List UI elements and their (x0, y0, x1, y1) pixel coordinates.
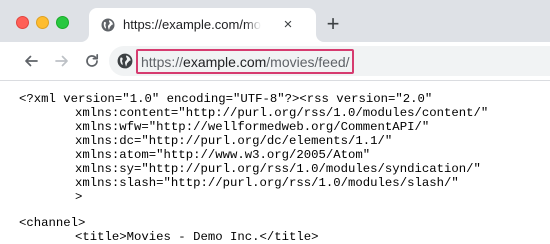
arrow-right-icon (55, 55, 68, 67)
back-button[interactable] (20, 50, 42, 72)
tab-strip: https://example.com/movies/feed/ × + (0, 0, 550, 42)
code-line: xmlns:sy="http://purl.org/rss/1.0/module… (75, 162, 481, 176)
browser-tab[interactable]: https://example.com/movies/feed/ × (89, 8, 316, 42)
url-domain: example.com (183, 54, 267, 70)
maximize-window-button[interactable] (56, 16, 69, 29)
feed-source-view: <?xml version="1.0" encoding="UTF-8"?><r… (0, 81, 550, 244)
tab-title: https://example.com/movies/feed/ (123, 17, 261, 32)
reload-icon (86, 53, 99, 67)
code-line: xmlns:atom="http://www.w3.org/2005/Atom" (75, 148, 371, 162)
url-path: /movies/feed/ (266, 54, 350, 70)
reload-button[interactable] (81, 50, 103, 72)
code-line: xmlns:slash="http://purl.org/rss/1.0/mod… (75, 176, 459, 190)
url-text[interactable]: https://example.com/movies/feed/ (141, 54, 350, 70)
globe-icon (101, 18, 115, 32)
url-scheme: https:// (141, 54, 184, 70)
tab-close-icon[interactable]: × (280, 17, 296, 33)
site-info-icon[interactable] (117, 53, 133, 69)
browser-toolbar: https://example.com/movies/feed/ (0, 42, 550, 81)
code-line: <channel> (19, 216, 86, 230)
code-line: > (75, 190, 83, 204)
minimize-window-button[interactable] (36, 16, 49, 29)
close-window-button[interactable] (16, 16, 29, 29)
address-bar[interactable]: https://example.com/movies/feed/ (109, 46, 550, 76)
globe-icon (117, 53, 133, 69)
forward-button[interactable] (51, 50, 73, 72)
code-line: xmlns:content="http://purl.org/rss/1.0/m… (75, 106, 489, 120)
new-tab-button[interactable]: + (322, 13, 344, 35)
code-line: xmlns:wfw="http://wellformedweb.org/Comm… (75, 120, 430, 134)
arrow-left-icon (25, 55, 38, 67)
code-line: xmlns:dc="http://purl.org/dc/elements/1.… (75, 134, 393, 148)
code-line: <?xml version="1.0" encoding="UTF-8"?><r… (19, 92, 433, 106)
code-line: <title>Movies - Demo Inc.</title> (75, 230, 319, 244)
